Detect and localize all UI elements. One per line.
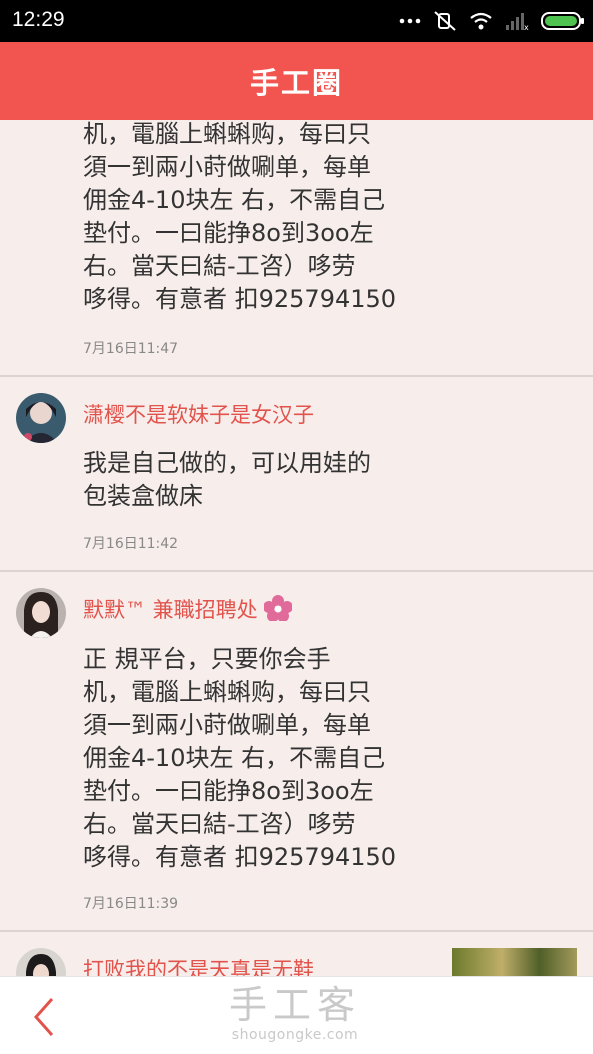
bottom-bar: 手工客 shougongke.com <box>0 976 593 1054</box>
avatar-image <box>16 948 66 976</box>
post-body: 机，電腦上蝌蝌购，每曰只 須一到兩小莳做唰单，每单 佣金4-10块左 右，不需自… <box>83 120 397 313</box>
status-time: 12:29 <box>12 8 65 31</box>
page-title: 手工圈 <box>249 66 343 100</box>
post-timestamp: 7月16日11:39 <box>83 896 179 912</box>
avatar-image <box>16 393 66 443</box>
watermark-logo-text: 手工客 <box>228 983 361 1027</box>
post-author[interactable]: 潇樱不是软妹子是女汉子 <box>83 399 314 429</box>
post-body: 我是自己做的，可以用娃的 包装盒做床 <box>83 449 371 510</box>
status-icons: x <box>399 9 585 33</box>
back-button[interactable] <box>28 995 60 1039</box>
mute-icon <box>434 11 456 31</box>
watermark-url: shougongke.com <box>231 1027 359 1043</box>
avatar[interactable] <box>16 393 66 443</box>
more-dots-icon <box>399 18 421 24</box>
wifi-icon <box>470 12 492 30</box>
post-author-name: 默默™ 兼職招聘处 <box>83 598 258 622</box>
status-bar: 12:29 x <box>0 0 593 42</box>
chevron-left-icon <box>33 998 54 1036</box>
post-author[interactable]: 打败我的不是天真是无鞋 <box>83 954 314 976</box>
watermark: 手工客 shougongke.com <box>215 983 375 1043</box>
avatar[interactable] <box>16 588 66 638</box>
post-image[interactable] <box>452 948 577 976</box>
signal-icon: x <box>506 13 529 31</box>
post-body: 正 規平台，只要你会手 机，電腦上蝌蝌购，每曰只 須一到兩小莳做唰单，每单 佣金… <box>83 645 397 871</box>
avatar[interactable] <box>16 948 66 976</box>
post-feed[interactable]: 机，電腦上蝌蝌购，每曰只 須一到兩小莳做唰单，每单 佣金4-10块左 右，不需自… <box>0 120 593 976</box>
post-author[interactable]: 默默™ 兼職招聘处 <box>83 594 292 624</box>
app-header: 手工圈 <box>0 42 593 120</box>
battery-icon <box>541 12 584 30</box>
post-item[interactable]: 默默™ 兼職招聘处 正 規平台，只要你会手 机，電腦上蝌蝌购，每曰只 須一到兩小… <box>0 572 593 932</box>
post-item[interactable]: 潇樱不是软妹子是女汉子 我是自己做的，可以用娃的 包装盒做床 7月16日11:4… <box>0 377 593 572</box>
svg-text:x: x <box>524 23 529 31</box>
post-timestamp: 7月16日11:47 <box>83 341 179 357</box>
post-item[interactable]: 打败我的不是天真是无鞋 <box>0 932 593 976</box>
post-item[interactable]: 机，電腦上蝌蝌购，每曰只 須一到兩小莳做唰单，每单 佣金4-10块左 右，不需自… <box>0 120 593 377</box>
post-timestamp: 7月16日11:42 <box>83 536 179 552</box>
avatar-image <box>16 588 66 638</box>
flower-icon <box>263 595 292 621</box>
